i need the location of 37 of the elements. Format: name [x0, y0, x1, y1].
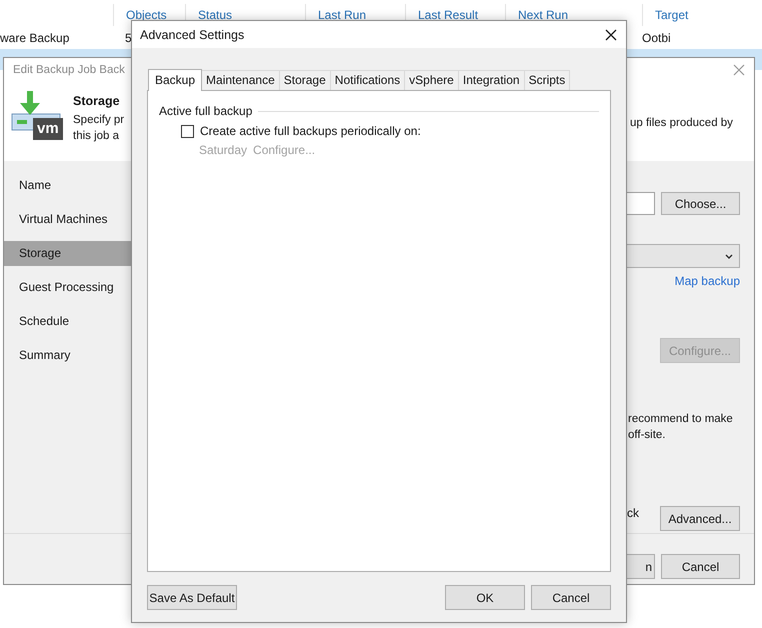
- save-default-button[interactable]: Save As Default: [147, 585, 237, 610]
- wizard-step[interactable]: Schedule: [4, 309, 132, 334]
- table-cell: ware Backup: [0, 30, 70, 44]
- checkbox-label: Create active full backups periodically on:: [200, 124, 421, 138]
- option-text: ck: [627, 506, 639, 520]
- step-title: Storage: [73, 94, 121, 108]
- footer-button[interactable]: n: [627, 554, 655, 579]
- window-title: Edit Backup Job Back: [13, 64, 125, 76]
- note-text: recommend to make: [628, 412, 733, 427]
- checkbox[interactable]: [181, 124, 194, 138]
- step-description: this job a: [73, 129, 120, 144]
- dialog-button[interactable]: Cancel: [531, 585, 611, 610]
- schedule-day: Saturday: [199, 143, 248, 157]
- vm-badge: vm: [33, 118, 63, 140]
- table-cell: 5: [125, 30, 132, 44]
- input-field[interactable]: [627, 192, 655, 215]
- dialog-button[interactable]: OK: [445, 585, 525, 610]
- tab[interactable]: Backup: [148, 69, 202, 91]
- step-description: Specify pr: [73, 113, 126, 128]
- step-description: up files produced by: [630, 117, 733, 129]
- column-header[interactable]: Target: [642, 4, 762, 26]
- footer-button[interactable]: Cancel: [661, 554, 740, 579]
- wizard-step[interactable]: Summary: [4, 343, 132, 368]
- wizard-step[interactable]: Guest Processing: [4, 275, 132, 300]
- choose-button[interactable]: Choose...: [661, 192, 740, 215]
- chevron-down-icon: [725, 254, 733, 258]
- map-backup-link[interactable]: Map backup: [674, 274, 740, 288]
- close-icon[interactable]: [605, 28, 617, 40]
- dropdown[interactable]: [627, 244, 740, 268]
- wizard-step[interactable]: Storage: [4, 241, 132, 266]
- group-title: Active full backup: [159, 104, 252, 118]
- wizard-step[interactable]: Name: [4, 173, 132, 198]
- tab[interactable]: Scripts: [524, 70, 570, 90]
- wizard-step[interactable]: Virtual Machines: [4, 207, 132, 232]
- note-text: off-site.: [628, 428, 666, 443]
- advanced-button[interactable]: Advanced...: [660, 506, 740, 531]
- dialog-title: Advanced Settings: [140, 28, 244, 42]
